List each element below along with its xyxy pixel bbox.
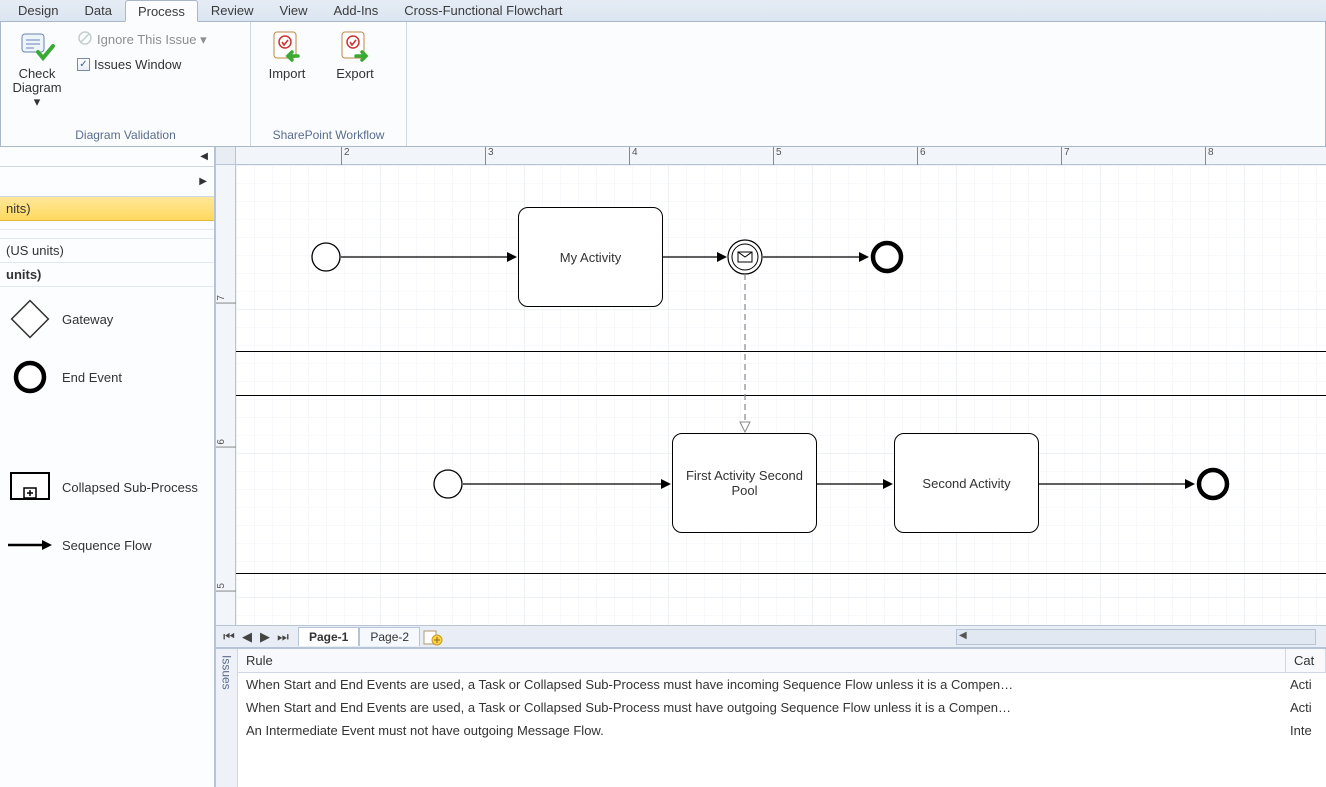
issues-window-label: Issues Window (94, 57, 181, 72)
flow-top-2 (663, 240, 963, 280)
stencil-item-0[interactable]: nits) (0, 197, 214, 221)
issues-window-toggle[interactable]: ✓ Issues Window (75, 55, 209, 74)
tab-cross-functional[interactable]: Cross-Functional Flowchart (391, 0, 575, 21)
flow-bottom-3 (1039, 467, 1239, 507)
check-diagram-icon (20, 30, 54, 64)
shapes-panel: ◀ ▶ nits) (US units) units) Gateway End … (0, 147, 216, 787)
stencil-item-1[interactable] (0, 221, 214, 230)
export-label: Export (336, 67, 374, 81)
tab-addins[interactable]: Add-Ins (320, 0, 391, 21)
message-flow (738, 274, 758, 434)
issues-col-rule[interactable]: Rule (238, 649, 1286, 672)
shape-sequence-flow-label: Sequence Flow (62, 538, 152, 553)
task-first-activity[interactable]: First Activity Second Pool (672, 433, 817, 533)
ignore-issue-label: Ignore This Issue ▾ (97, 32, 207, 48)
lane-divider (236, 395, 1326, 396)
gateway-icon (10, 299, 50, 339)
shapes-panel-expand[interactable]: ▶ (0, 167, 214, 197)
ribbon: Check Diagram ▾ Ignore This Issue ▾ ✓ Is… (0, 22, 1326, 147)
page-prev-button[interactable]: ◀ (238, 628, 256, 646)
stencil-item-2[interactable] (0, 230, 214, 239)
shape-gateway-label: Gateway (62, 312, 113, 327)
shape-sequence-flow[interactable]: Sequence Flow (10, 525, 204, 565)
lane-divider (236, 351, 1326, 352)
sequence-flow-icon (10, 525, 50, 565)
tab-view[interactable]: View (267, 0, 321, 21)
ruler-horizontal: 2 3 4 5 6 7 8 (236, 147, 1326, 165)
export-icon (338, 30, 372, 64)
ribbon-group-workflow: Import Export SharePoint Workflow (251, 22, 407, 146)
import-button[interactable]: Import (257, 26, 317, 85)
issue-rule: When Start and End Events are used, a Ta… (238, 698, 1286, 717)
task-label: My Activity (560, 250, 621, 265)
task-second-activity[interactable]: Second Activity (894, 433, 1039, 533)
issues-window-checkbox[interactable]: ✓ (77, 58, 90, 71)
issue-cat: Inte (1286, 721, 1326, 740)
page-nav: ⏮ ◀ ▶ ⏭ (220, 628, 292, 646)
page-hscroll[interactable]: ◀ (446, 629, 1326, 645)
issue-cat: Acti (1286, 698, 1326, 717)
issue-rule: An Intermediate Event must not have outg… (238, 721, 1286, 740)
stencil-item-4[interactable]: units) (0, 263, 214, 287)
ignore-issue-button[interactable]: Ignore This Issue ▾ (75, 28, 209, 51)
issues-panel: Issues Rule Cat When Start and End Event… (216, 647, 1326, 787)
issues-body: Rule Cat When Start and End Events are u… (238, 649, 1326, 787)
export-button[interactable]: Export (325, 26, 385, 85)
page-first-button[interactable]: ⏮ (220, 628, 238, 646)
drawing-surface[interactable]: My Activity (236, 165, 1326, 625)
issues-panel-tab[interactable]: Issues (216, 649, 238, 787)
page-tabs: ⏮ ◀ ▶ ⏭ Page-1 Page-2 ◀ (216, 625, 1326, 647)
page-tab-2[interactable]: Page-2 (359, 627, 420, 646)
issue-rule: When Start and End Events are used, a Ta… (238, 675, 1286, 694)
chevron-left-icon: ◀ (200, 151, 208, 162)
issues-header: Rule Cat (238, 649, 1326, 673)
shapes-list: Gateway End Event Collapsed Sub-Process … (0, 287, 214, 577)
subprocess-icon (10, 467, 50, 507)
page-tab-1[interactable]: Page-1 (298, 627, 359, 646)
task-my-activity[interactable]: My Activity (518, 207, 663, 307)
stencil-item-3[interactable]: (US units) (0, 239, 214, 263)
issue-row[interactable]: An Intermediate Event must not have outg… (238, 719, 1326, 742)
shape-end-event[interactable]: End Event (10, 357, 204, 397)
workspace: ◀ ▶ nits) (US units) units) Gateway End … (0, 147, 1326, 787)
ribbon-group-workflow-title: SharePoint Workflow (257, 126, 400, 146)
tab-review[interactable]: Review (198, 0, 267, 21)
task-label: First Activity Second Pool (677, 468, 812, 498)
check-diagram-button[interactable]: Check Diagram ▾ (7, 26, 67, 113)
shape-end-event-label: End Event (62, 370, 122, 385)
ribbon-group-validation: Check Diagram ▾ Ignore This Issue ▾ ✓ Is… (1, 22, 251, 146)
shape-gateway[interactable]: Gateway (10, 299, 204, 339)
ignore-issue-icon (77, 30, 93, 49)
shape-subprocess-label: Collapsed Sub-Process (62, 480, 198, 495)
page-last-button[interactable]: ⏭ (274, 628, 292, 646)
lane-divider (236, 573, 1326, 574)
page-next-button[interactable]: ▶ (256, 628, 274, 646)
issues-rows: When Start and End Events are used, a Ta… (238, 673, 1326, 742)
import-label: Import (269, 67, 306, 81)
chevron-right-icon: ▶ (199, 176, 207, 187)
canvas-area: 2 3 4 5 6 7 8 7 6 5 (216, 147, 1326, 787)
import-icon (270, 30, 304, 64)
issue-cat: Acti (1286, 675, 1326, 694)
tab-data[interactable]: Data (71, 0, 124, 21)
ribbon-tabs: Design Data Process Review View Add-Ins … (0, 0, 1326, 22)
tab-design[interactable]: Design (5, 0, 71, 21)
task-label: Second Activity (922, 476, 1010, 491)
new-page-button[interactable] (420, 628, 446, 646)
shape-collapsed-subprocess[interactable]: Collapsed Sub-Process (10, 467, 204, 507)
end-event-icon (10, 357, 50, 397)
issue-row[interactable]: When Start and End Events are used, a Ta… (238, 696, 1326, 719)
tab-process[interactable]: Process (125, 0, 198, 22)
shapes-panel-header[interactable]: ◀ (0, 147, 214, 167)
ruler-corner (216, 147, 236, 165)
ruler-vertical: 7 6 5 (216, 165, 236, 625)
issue-row[interactable]: When Start and End Events are used, a Ta… (238, 673, 1326, 696)
issues-col-cat[interactable]: Cat (1286, 649, 1326, 672)
flow-bottom-1 (433, 467, 683, 507)
check-diagram-label: Check Diagram ▾ (9, 67, 65, 109)
ribbon-group-validation-title: Diagram Validation (7, 126, 244, 146)
